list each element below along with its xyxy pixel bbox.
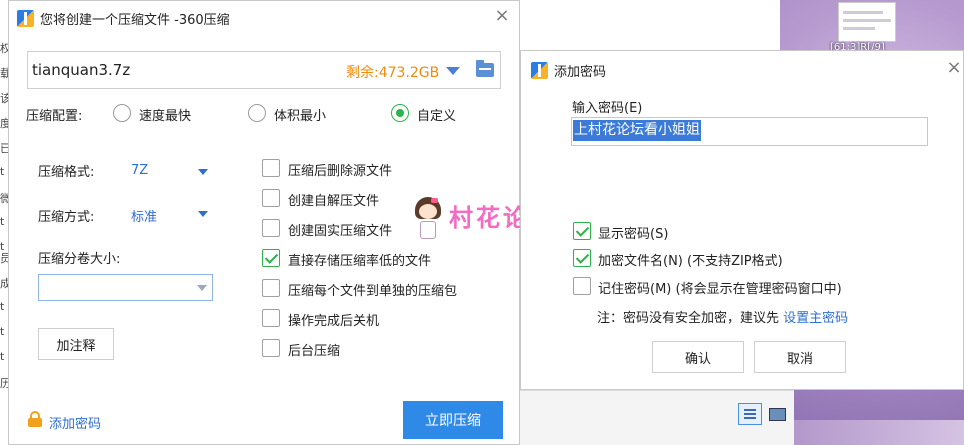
- add-password-link[interactable]: 添加密码: [49, 413, 101, 432]
- dialog-title: 添加密码: [554, 64, 607, 80]
- archive-filename[interactable]: tianquan3.7z: [32, 61, 130, 79]
- compress-now-button[interactable]: 立即压缩: [403, 401, 503, 439]
- radio-custom-label[interactable]: 自定义: [417, 105, 456, 124]
- list-view-icon[interactable]: [738, 403, 762, 425]
- confirm-button[interactable]: 确认: [652, 341, 744, 373]
- radio-custom[interactable]: [391, 104, 409, 122]
- add-password-dialog: 添加密码 × 输入密码(E) 上村花论坛看小姐姐 显示密码(S) 加密文件名(N…: [520, 50, 964, 390]
- format-label: 压缩格式:: [38, 165, 95, 180]
- set-master-password-link[interactable]: 设置主密码: [783, 311, 848, 326]
- option-label[interactable]: 显示密码(S): [598, 223, 668, 242]
- close-icon[interactable]: ×: [945, 59, 963, 77]
- option-label[interactable]: 创建自解压文件: [288, 190, 379, 209]
- path-dropdown-icon[interactable]: [446, 67, 460, 75]
- checkbox-separate-archives[interactable]: [262, 279, 280, 297]
- window-title: 您将创建一个压缩文件 -360压缩: [40, 12, 230, 28]
- background-text: t: [0, 350, 5, 363]
- option-label[interactable]: 压缩每个文件到单独的压缩包: [288, 280, 457, 299]
- background-window-edge: 权 载 该 度 已 t 微 t t 员 成 t t t 历: [0, 0, 11, 445]
- free-space-label: 剩余:473.2GB: [346, 65, 440, 81]
- checkbox-remember-password[interactable]: [573, 277, 591, 295]
- radio-smallest[interactable]: [248, 104, 266, 122]
- security-note-text: 注：密码没有安全加密，建议先: [597, 311, 784, 326]
- chevron-down-icon[interactable]: [197, 285, 207, 291]
- app-logo-icon: [531, 61, 548, 79]
- checkbox-encrypt-filenames[interactable]: [573, 249, 591, 267]
- split-size-select[interactable]: [38, 274, 213, 301]
- compress-window: 您将创建一个压缩文件 -360压缩 × tianquan3.7z 剩余:473.…: [8, 0, 554, 445]
- option-label[interactable]: 操作完成后关机: [288, 310, 379, 329]
- archive-path-field[interactable]: tianquan3.7z 剩余:473.2GB: [27, 51, 501, 89]
- method-dropdown-icon[interactable]: [198, 211, 208, 217]
- radio-smallest-label[interactable]: 体积最小: [274, 105, 326, 124]
- checkbox-delete-source[interactable]: [262, 159, 280, 177]
- browse-folder-icon[interactable]: [476, 60, 494, 77]
- option-label[interactable]: 加密文件名(N) (不支持ZIP格式): [598, 250, 783, 269]
- thumbnail-view-icon[interactable]: [766, 403, 788, 425]
- background-text: t: [0, 300, 5, 313]
- app-logo-icon: [17, 9, 34, 27]
- background-text: t: [0, 215, 5, 228]
- security-note: 注：密码没有安全加密，建议先 设置主密码: [597, 307, 848, 326]
- option-label[interactable]: 创建固实压缩文件: [288, 220, 392, 239]
- checkbox-self-extracting[interactable]: [262, 189, 280, 207]
- cancel-button[interactable]: 取消: [754, 341, 846, 373]
- checkbox-show-password[interactable]: [573, 222, 591, 240]
- checkbox-shutdown-after[interactable]: [262, 309, 280, 327]
- checkbox-store-low-ratio[interactable]: [262, 249, 280, 267]
- background-text: t: [0, 165, 5, 178]
- password-input-value[interactable]: 上村花论坛看小姐姐: [573, 120, 701, 141]
- window-titlebar: 您将创建一个压缩文件 -360压缩: [17, 7, 230, 29]
- option-label[interactable]: 直接存储压缩率低的文件: [288, 250, 431, 269]
- method-select[interactable]: 标准: [131, 206, 157, 225]
- method-label: 压缩方式:: [38, 210, 95, 225]
- option-label[interactable]: 后台压缩: [288, 340, 340, 359]
- config-label: 压缩配置:: [26, 109, 83, 124]
- radio-fastest[interactable]: [113, 104, 131, 122]
- checkbox-solid-archive[interactable]: [262, 219, 280, 237]
- lock-icon[interactable]: [28, 411, 42, 427]
- thumbnail-preview: [838, 2, 896, 42]
- radio-fastest-label[interactable]: 速度最快: [139, 105, 191, 124]
- dialog-titlebar: 添加密码: [531, 60, 606, 80]
- option-label[interactable]: 记住密码(M) (将会显示在管理密码窗口中): [598, 278, 842, 297]
- password-input-label: 输入密码(E): [572, 101, 643, 116]
- format-dropdown-icon[interactable]: [198, 169, 208, 175]
- mascot-sticker: [413, 197, 443, 247]
- checkbox-background-compress[interactable]: [262, 339, 280, 357]
- option-label[interactable]: 压缩后删除源文件: [288, 160, 392, 179]
- background-text: t: [0, 325, 5, 338]
- close-icon[interactable]: ×: [493, 7, 511, 25]
- add-comment-button[interactable]: 加注释: [38, 328, 114, 360]
- password-input[interactable]: 上村花论坛看小姐姐: [571, 117, 928, 146]
- split-size-label: 压缩分卷大小:: [38, 252, 121, 267]
- format-select[interactable]: 7Z: [131, 163, 148, 178]
